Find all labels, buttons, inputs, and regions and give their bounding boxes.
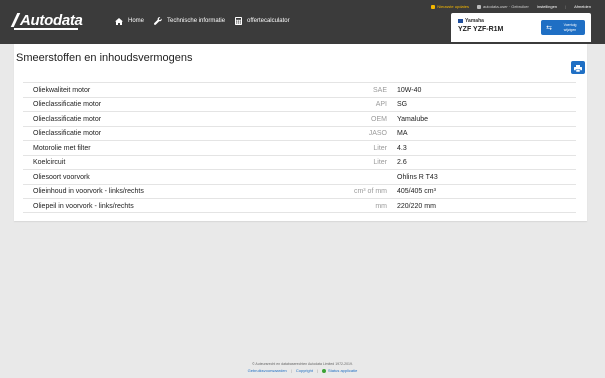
user-account-link[interactable]: autodata-user · Gebruiker [476,4,529,9]
change-vehicle-button[interactable]: ⇆ Voertuig wijzigen [541,20,585,35]
status-indicator-icon [322,368,326,373]
vehicle-type-icon [458,19,463,23]
row-unit: cm³ of mm [353,188,387,195]
row-value: 220/220 mm [397,202,436,210]
table-row: Olieclassificatie motor JASO MA [23,125,576,141]
footer-links: Gebruiksvoorwaarden | Copyright | Status… [0,368,605,373]
topbar-divider: | [565,4,567,9]
row-unit: JASO [368,130,387,137]
table-row: Motorolie met filter Liter 4.3 [23,140,576,155]
table-row: Koelcircuit Liter 2.6 [23,154,576,170]
lubricants-table: Oliekwaliteit motor SAE 10W-40 Olieclass… [23,82,576,213]
table-row: Oliekwaliteit motor SAE 10W-40 [23,82,576,97]
status-link[interactable]: Status applicatie [322,368,357,373]
row-label: Oliesoort voorvork [33,173,90,181]
row-unit: Liter [373,144,387,152]
nav-home[interactable]: Home [115,17,145,25]
top-utility-bar: Nieuwste updates autodata-user · Gebruik… [431,4,591,9]
row-label: Olieclassificatie motor [33,115,102,123]
main-nav: Home Technische informatie offertecalcul… [115,17,290,25]
row-unit: SAE [372,86,387,94]
row-label: Oliekwaliteit motor [33,86,91,94]
selected-vehicle-panel: Yamaha YZF YZF-R1M ⇆ Voertuig wijzigen [451,13,591,42]
change-vehicle-label: Voertuig wijzigen [563,23,577,32]
row-unit: OEM [371,115,387,123]
copyright-link[interactable]: Copyright [296,368,313,373]
nav-home-label: Home [128,18,145,24]
row-label: Olieclassificatie motor [33,101,102,108]
bell-icon [431,4,436,9]
table-row: Olieclassificatie motor OEM Yamalube [23,111,576,126]
settings-link[interactable]: Instellingen [537,4,557,9]
row-value: 4.3 [397,144,407,152]
row-unit: Liter [373,159,387,166]
row-value: Yamalube [397,115,429,123]
row-value: 10W-40 [397,86,422,94]
row-label: Olieinhoud in voorvork - links/rechts [33,188,144,195]
vehicle-model: YZF YZF-R1M [458,26,504,33]
nav-quote-calculator[interactable]: offertecalculator [235,17,290,25]
footer-divider: | [316,368,318,373]
autodata-logo[interactable]: Autodata [10,12,83,30]
lubricants-panel: Smeerstoffen en inhoudsvermogens Oliekwa… [14,44,587,221]
nav-quote-calculator-label: offertecalculator [247,18,290,24]
row-label: Motorolie met filter [33,144,91,152]
table-row: Oliepeil in voorvork - links/rechts mm 2… [23,198,576,213]
row-unit: API [375,101,387,108]
table-row: Oliesoort voorvork Ohlins R T43 [23,169,576,184]
row-label: Olieclassificatie motor [33,130,102,137]
logout-link[interactable]: Afmelden [574,4,591,9]
table-row: Olieclassificatie motor API SG [23,96,576,112]
printer-icon [574,59,582,77]
footer-copyright: © Auteursrecht en databaserechten Autoda… [252,362,353,366]
top-header: Autodata Home Technische informatie offe… [0,0,605,44]
row-value: SG [397,101,408,108]
print-button[interactable] [571,61,585,74]
vehicle-make: Yamaha [465,18,484,24]
footer-divider: | [290,368,292,373]
row-value: MA [397,130,408,137]
row-value: 405/405 cm³ [397,188,436,195]
row-value: 2.6 [397,159,407,166]
wrench-icon [154,17,162,25]
row-unit: mm [375,202,387,210]
row-label: Oliepeil in voorvork - links/rechts [33,202,134,210]
page-title: Smeerstoffen en inhoudsvermogens [16,52,193,64]
row-label: Koelcircuit [33,159,66,166]
user-icon [476,4,481,9]
calculator-icon [235,17,243,25]
row-value: Ohlins R T43 [397,173,438,181]
nav-technical-info-label: Technische informatie [167,18,226,24]
home-icon [115,17,123,25]
latest-updates-link[interactable]: Nieuwste updates [431,4,469,9]
swap-arrows-icon: ⇆ [546,24,552,32]
terms-link[interactable]: Gebruiksvoorwaarden [248,368,287,373]
table-row: Olieinhoud in voorvork - links/rechts cm… [23,183,576,199]
nav-technical-info[interactable]: Technische informatie [154,17,225,25]
